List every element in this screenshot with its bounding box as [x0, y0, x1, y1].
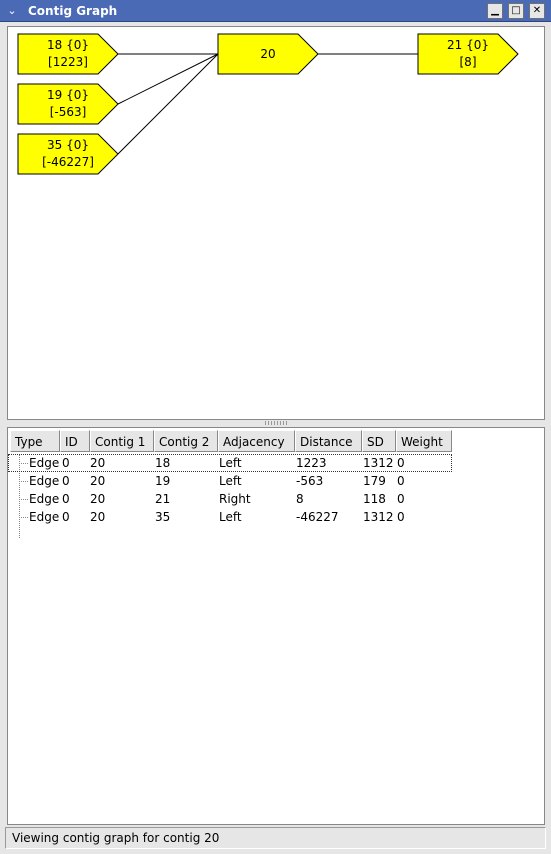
column-header-id[interactable]: ID [60, 430, 90, 452]
cell-weight: 0 [397, 474, 405, 488]
window-title: Contig Graph [28, 4, 118, 18]
node-35-id: 35 {0} [47, 138, 89, 152]
column-header-distance[interactable]: Distance [295, 430, 362, 452]
column-header-sd[interactable]: SD [362, 430, 396, 452]
cell-contig-1: 20 [90, 492, 106, 506]
node-label-20: 20 [218, 46, 318, 63]
cell-sd: 118 [363, 492, 386, 506]
table-row[interactable]: Edge 0 20 18 Left 1223 1312 0 [8, 454, 452, 472]
cell-type: Edge [29, 510, 60, 524]
edge-table[interactable]: Type ID Contig 1 Contig 2 Adjacency Dist… [7, 427, 545, 825]
window-content: 18 {0} [1223] 19 {0} [-563] 35 {0} [-462… [0, 22, 551, 854]
column-header-type[interactable]: Type [10, 430, 60, 452]
table-row[interactable]: Edge 0 20 35 Left -46227 1312 0 [8, 508, 452, 526]
graph-edges [17, 33, 519, 175]
table-header: Type ID Contig 1 Contig 2 Adjacency Dist… [8, 430, 453, 452]
cell-contig-2: 18 [155, 456, 171, 470]
column-header-contig-2[interactable]: Contig 2 [154, 430, 218, 452]
node-21-distance: [8] [459, 55, 477, 69]
edge-20-19 [117, 53, 219, 105]
close-button[interactable]: ✕ [529, 3, 545, 19]
status-bar: Viewing contig graph for contig 20 [5, 827, 546, 849]
node-21-id: 21 {0} [447, 38, 489, 52]
cell-distance: -563 [296, 474, 324, 488]
split-pane-divider[interactable] [7, 420, 545, 427]
cell-distance: 8 [296, 492, 304, 506]
cell-contig-2: 35 [155, 510, 171, 524]
divider-grip-icon[interactable] [265, 421, 287, 425]
cell-contig-2: 19 [155, 474, 171, 488]
column-header-adjacency[interactable]: Adjacency [218, 430, 295, 452]
title-bar[interactable]: ⌄ Contig Graph ▁ □ ✕ [0, 0, 551, 22]
maximize-button[interactable]: □ [508, 3, 524, 19]
cell-type: Edge [29, 456, 60, 470]
minimize-button[interactable]: ▁ [487, 3, 503, 19]
node-35-distance: [-46227] [42, 155, 94, 169]
cell-adjacency: Left [219, 456, 242, 470]
contig-graph-canvas[interactable]: 18 {0} [1223] 19 {0} [-563] 35 {0} [-462… [7, 26, 545, 420]
edge-20-35 [117, 53, 219, 155]
node-label-18: 18 {0} [1223] [18, 37, 118, 71]
cell-adjacency: Left [219, 510, 242, 524]
window-menu-chevron-down-icon[interactable]: ⌄ [4, 3, 20, 19]
cell-weight: 0 [397, 492, 405, 506]
cell-adjacency: Right [219, 492, 251, 506]
node-19-distance: [-563] [49, 105, 87, 119]
table-row[interactable]: Edge 0 20 21 Right 8 118 0 [8, 490, 452, 508]
column-header-weight[interactable]: Weight [396, 430, 452, 452]
cell-id: 0 [62, 492, 70, 506]
cell-weight: 0 [397, 456, 405, 470]
cell-sd: 1312 [363, 456, 394, 470]
node-18-distance: [1223] [48, 55, 88, 69]
cell-type: Edge [29, 474, 60, 488]
cell-contig-1: 20 [90, 510, 106, 524]
cell-adjacency: Left [219, 474, 242, 488]
node-label-21: 21 {0} [8] [418, 37, 518, 71]
cell-contig-1: 20 [90, 456, 106, 470]
cell-sd: 179 [363, 474, 386, 488]
table-row[interactable]: Edge 0 20 19 Left -563 179 0 [8, 472, 452, 490]
cell-id: 0 [62, 510, 70, 524]
cell-sd: 1312 [363, 510, 394, 524]
node-label-35: 35 {0} [-46227] [18, 137, 118, 171]
cell-contig-1: 20 [90, 474, 106, 488]
cell-weight: 0 [397, 510, 405, 524]
node-18-id: 18 {0} [47, 38, 89, 52]
cell-id: 0 [62, 474, 70, 488]
node-label-19: 19 {0} [-563] [18, 87, 118, 121]
cell-distance: 1223 [296, 456, 327, 470]
node-20-id: 20 [260, 47, 276, 61]
cell-contig-2: 21 [155, 492, 171, 506]
cell-distance: -46227 [296, 510, 339, 524]
node-19-id: 19 {0} [47, 88, 89, 102]
cell-id: 0 [62, 456, 70, 470]
column-header-contig-1[interactable]: Contig 1 [90, 430, 154, 452]
cell-type: Edge [29, 492, 60, 506]
